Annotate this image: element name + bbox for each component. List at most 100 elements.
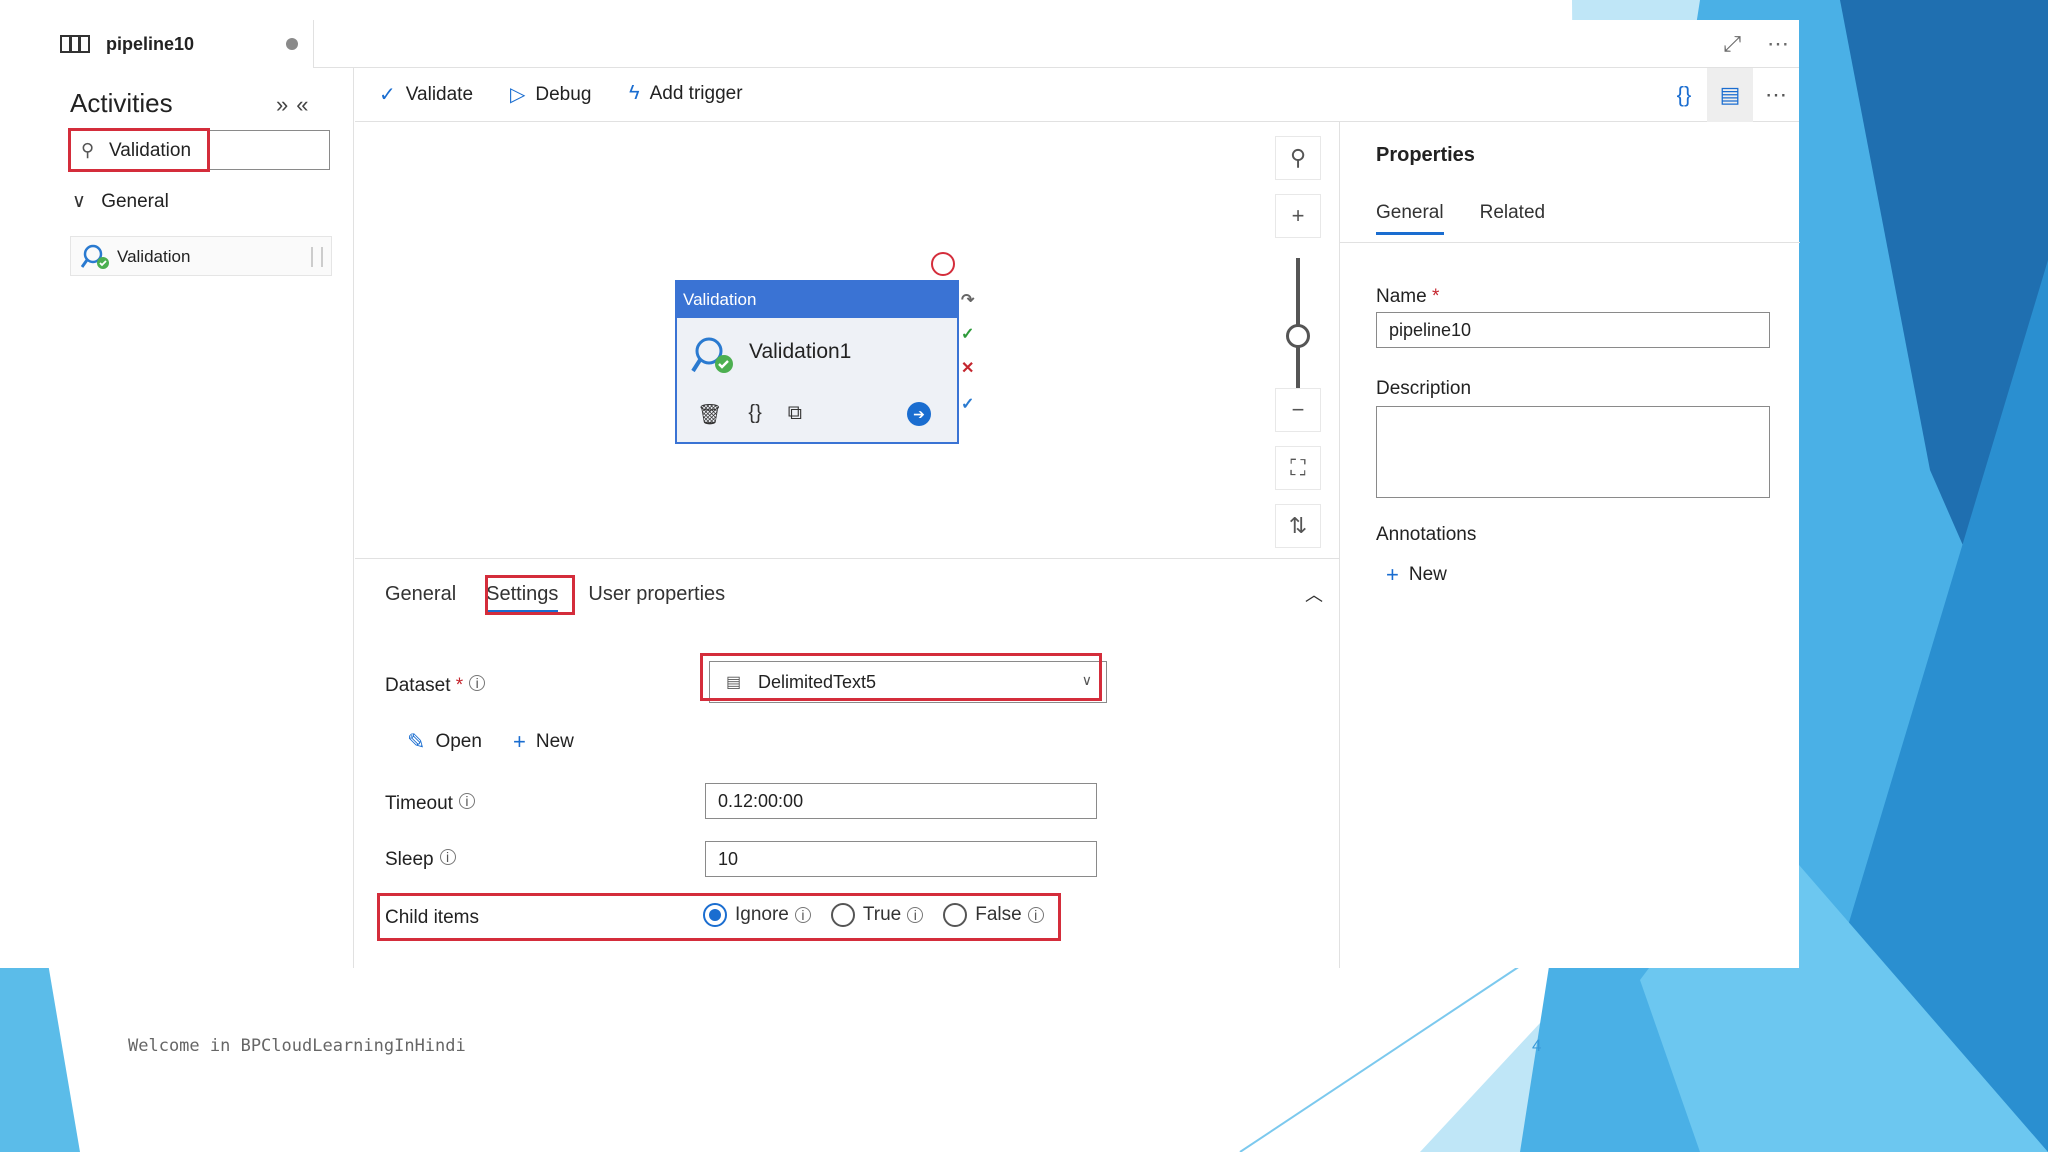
validation-activity-icon [691, 334, 735, 381]
code-icon[interactable]: {} [748, 402, 761, 427]
activities-title: Activities [70, 88, 173, 118]
pipeline-canvas[interactable]: Validation Validation1 🗑 {} ⧉ ➔ ↷ ✓ ✕ ✓ … [355, 122, 1339, 579]
child-items-radio-group: Ignore i True i False i [703, 903, 1064, 927]
expand-icon[interactable]: ⤢ [1723, 31, 1741, 57]
failure-output-icon[interactable]: ✕ [961, 358, 974, 378]
more-options-icon[interactable]: ⋯ [1767, 31, 1789, 57]
add-trigger-label: Add trigger [649, 82, 743, 104]
tab-settings[interactable]: Settings [486, 579, 559, 613]
activity-group-label: General [101, 191, 169, 212]
new-label: New [535, 731, 574, 752]
completion-output-icon[interactable]: ✓ [961, 394, 974, 414]
timeout-label-text: Timeout [385, 793, 453, 814]
name-input[interactable]: pipeline10 [1376, 312, 1770, 348]
adf-pipeline-editor: pipeline10 ⤢ ⋯ Activities »« ⚲ Validatio… [0, 20, 1800, 968]
description-textarea[interactable] [1376, 406, 1770, 498]
validate-label: Validate [405, 83, 474, 105]
delete-icon[interactable]: 🗑 [697, 402, 722, 427]
annotations-label: Annotations [1376, 524, 1477, 545]
properties-title: Properties [1376, 144, 1475, 166]
lightning-icon: ϟ [629, 82, 640, 104]
new-dataset-button[interactable]: + New [513, 729, 574, 755]
collapse-all-icon[interactable]: » [276, 92, 296, 117]
validation-activity-node[interactable]: Validation Validation1 🗑 {} ⧉ ➔ [675, 280, 959, 444]
node-name: Validation1 [749, 340, 852, 363]
pipeline-icon [60, 34, 90, 59]
fit-to-screen-icon[interactable]: ⛶ [1275, 446, 1321, 490]
properties-toggle-icon[interactable]: ▤ [1707, 68, 1753, 122]
debug-label: Debug [535, 83, 592, 105]
validation-activity-icon [80, 243, 111, 276]
slide-footer: Welcome in BPCloudLearningInHindi [128, 1036, 466, 1056]
auto-align-icon[interactable]: ⇅ [1275, 504, 1321, 548]
dataset-icon: ▤ [726, 674, 742, 691]
sleep-label-text: Sleep [385, 849, 434, 870]
open-label: Open [435, 731, 482, 752]
radio-false[interactable]: False i [943, 903, 1044, 927]
tab-general[interactable]: General [385, 579, 456, 613]
radio-button[interactable] [830, 903, 855, 927]
add-trigger-button[interactable]: ϟ Add trigger [629, 82, 743, 105]
radio-ignore[interactable]: Ignore i [703, 903, 811, 927]
checkmark-icon: ✓ [379, 84, 396, 106]
radio-button[interactable] [703, 903, 727, 927]
timeout-input[interactable]: 0.12:00:00 [705, 783, 1097, 819]
open-dataset-button[interactable]: ✎ Open [407, 729, 482, 755]
node-port-circle[interactable] [931, 252, 955, 276]
pipeline-tab[interactable]: pipeline10 [0, 20, 314, 68]
name-label-text: Name [1376, 286, 1427, 307]
add-output-icon[interactable]: ➔ [907, 402, 931, 426]
new-annotation-label: New [1408, 564, 1447, 585]
zoom-out-icon[interactable]: − [1275, 388, 1321, 432]
activities-search-input[interactable]: ⚲ Validation [70, 130, 330, 170]
child-items-label: Child items [385, 907, 479, 928]
info-icon[interactable]: i [1027, 907, 1044, 923]
activity-item-label: Validation [117, 247, 191, 266]
pipeline-toolbar: ✓ Validate ▷ Debug ϟ Add trigger {} ▤ ⋯ [355, 68, 1799, 122]
tab-properties-related[interactable]: Related [1480, 202, 1546, 235]
description-label: Description [1376, 378, 1472, 399]
info-icon[interactable]: i [907, 907, 924, 923]
chevron-down-icon: ∨ [72, 191, 86, 212]
copy-icon[interactable]: ⧉ [788, 402, 802, 427]
activities-panel-controls: »« [276, 92, 317, 118]
validate-button[interactable]: ✓ Validate [379, 82, 473, 107]
drag-handle-icon[interactable] [311, 247, 323, 267]
radio-label: False [975, 904, 1022, 925]
dataset-label: Dataset * i [385, 675, 486, 697]
toolbar-more-icon[interactable]: ⋯ [1753, 68, 1799, 122]
radio-button[interactable] [943, 903, 968, 927]
name-label: Name * [1376, 286, 1440, 307]
radio-true[interactable]: True i [830, 903, 924, 927]
sleep-input[interactable]: 10 [705, 841, 1097, 877]
skip-output-icon[interactable]: ↷ [961, 290, 974, 310]
success-output-icon[interactable]: ✓ [961, 324, 974, 344]
sleep-label: Sleep i [385, 849, 456, 871]
dataset-label-text: Dataset [385, 675, 451, 696]
dataset-select[interactable]: DelimitedText5 ▤ ∨ [709, 661, 1107, 703]
info-icon[interactable]: i [458, 793, 475, 809]
search-canvas-icon[interactable]: ⚲ [1275, 136, 1321, 180]
node-header: Validation [677, 282, 957, 318]
info-icon[interactable]: i [794, 907, 811, 923]
collapse-panel-icon[interactable]: ︿ [1305, 581, 1323, 607]
activity-item-validation[interactable]: Validation [70, 236, 332, 276]
debug-button[interactable]: ▷ Debug [510, 82, 591, 107]
chevron-down-icon: ∨ [1081, 672, 1092, 688]
hide-panel-icon[interactable]: « [296, 92, 316, 117]
editor-tabbar: pipeline10 ⤢ ⋯ [0, 20, 1799, 68]
code-view-icon[interactable]: {} [1661, 68, 1707, 122]
tab-user-properties[interactable]: User properties [588, 579, 725, 613]
info-icon[interactable]: i [439, 849, 456, 865]
tabs-divider [1340, 242, 1800, 243]
activity-group-general[interactable]: ∨ General [72, 190, 169, 213]
zoom-in-icon[interactable]: + [1275, 194, 1321, 238]
node-actions: 🗑 {} ⧉ [697, 402, 802, 427]
timeout-label: Timeout i [385, 793, 475, 815]
zoom-slider-knob[interactable] [1286, 324, 1310, 348]
new-annotation-button[interactable]: + New [1386, 562, 1447, 588]
info-icon[interactable]: i [469, 675, 486, 691]
tab-properties-general[interactable]: General [1376, 202, 1444, 235]
plus-icon: + [513, 729, 526, 754]
unsaved-indicator [286, 38, 298, 50]
